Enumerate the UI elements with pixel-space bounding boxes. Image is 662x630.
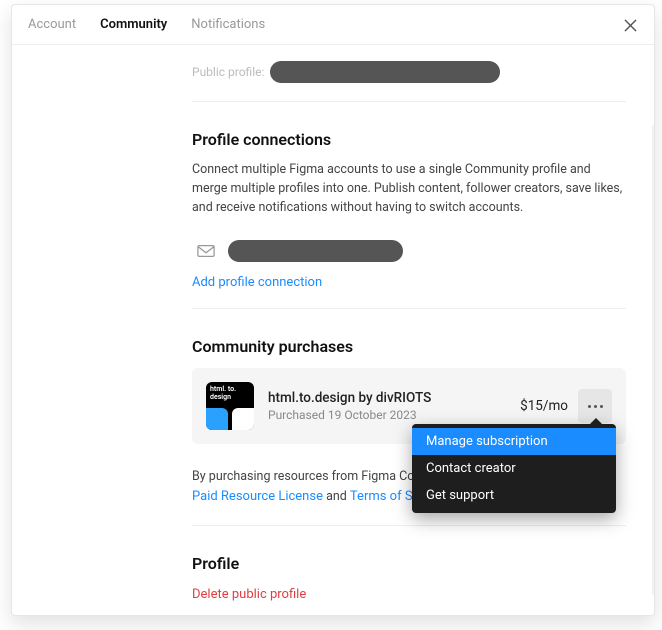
redacted-email [228, 240, 403, 262]
section-description: Connect multiple Figma accounts to use a… [192, 161, 626, 217]
purchase-title: html.to.design by divRIOTS [268, 390, 520, 406]
settings-modal: Account Community Notifications Public p… [11, 4, 655, 616]
thumb-label: html. to. design [210, 386, 254, 401]
public-profile-label: Public profile: [192, 65, 264, 79]
purchase-options-menu: Manage subscription Contact creator Get … [412, 424, 616, 513]
public-profile-row: Public profile: [192, 45, 626, 102]
purchase-date: Purchased 19 October 2023 [268, 408, 520, 422]
redacted-value [270, 61, 500, 83]
close-button[interactable] [618, 13, 642, 37]
delete-profile-link[interactable]: Delete public profile [192, 587, 626, 602]
close-icon [624, 19, 637, 32]
menu-get-support[interactable]: Get support [412, 482, 616, 509]
section-heading: Community purchases [192, 337, 626, 356]
tab-community[interactable]: Community [100, 17, 167, 32]
paid-license-link[interactable]: Paid Resource License [192, 489, 323, 504]
scrollbar[interactable] [652, 125, 654, 595]
menu-manage-subscription[interactable]: Manage subscription [412, 428, 616, 455]
add-connection-link[interactable]: Add profile connection [192, 275, 626, 290]
tab-bar: Account Community Notifications [12, 5, 654, 45]
connection-row [192, 231, 626, 275]
modal-content: Public profile: Profile connections Conn… [12, 45, 654, 616]
tab-notifications[interactable]: Notifications [191, 17, 265, 32]
section-heading: Profile connections [192, 130, 626, 149]
profile-section: Profile Delete public profile [192, 526, 626, 602]
profile-connections-section: Profile connections Connect multiple Fig… [192, 102, 626, 309]
purchase-price: $15/mo [520, 398, 568, 414]
section-heading: Profile [192, 554, 626, 573]
mail-icon [192, 237, 220, 265]
tab-account[interactable]: Account [28, 17, 76, 32]
menu-contact-creator[interactable]: Contact creator [412, 455, 616, 482]
product-thumbnail: html. to. design [206, 382, 254, 430]
